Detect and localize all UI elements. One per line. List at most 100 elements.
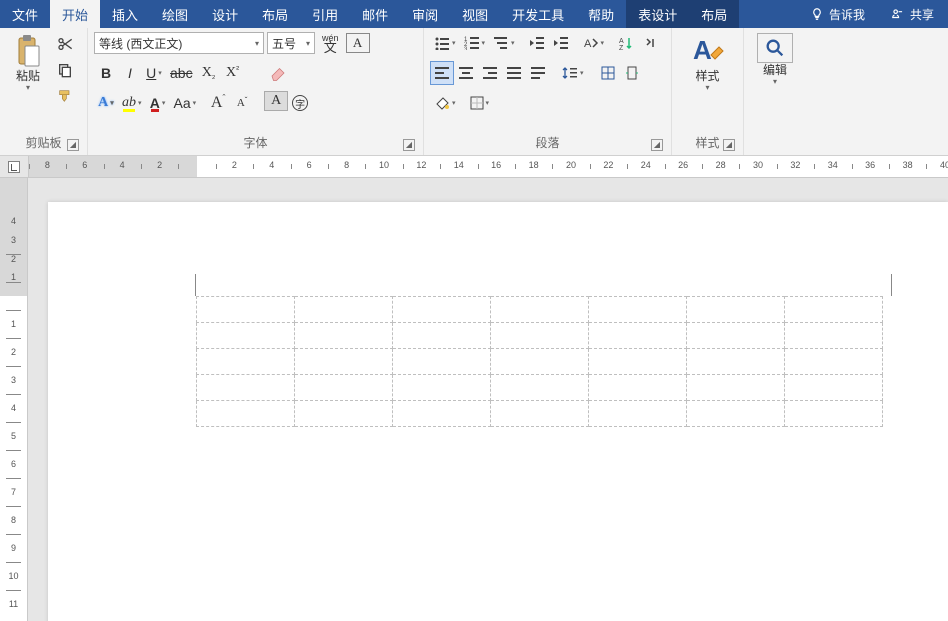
brush-icon: [57, 88, 73, 104]
eraser-button[interactable]: [265, 61, 291, 85]
table-row[interactable]: [197, 297, 883, 323]
asian-layout-button[interactable]: A▾: [579, 31, 609, 55]
line-spacing-button[interactable]: ▾: [558, 61, 588, 85]
borders-icon: [470, 96, 484, 110]
outdent-icon: [529, 36, 545, 50]
styles-label: 样式: [695, 69, 719, 83]
lightbulb-icon: [810, 7, 824, 21]
character-shading-button[interactable]: A: [264, 91, 288, 111]
svg-text:A: A: [693, 35, 712, 65]
work-area: 43211234567891011: [0, 178, 948, 621]
numbering-button[interactable]: 123▾: [460, 31, 490, 55]
ruler-horizontal-area: 8642246810121416182022242628303234363840…: [0, 156, 948, 178]
group-font: 等线 (西文正文)▾ 五号▾ wén文 A B I U▾ abc X₂ X² A…: [88, 28, 424, 155]
styles-icon: A: [691, 33, 725, 69]
edit-label: 编辑: [763, 63, 787, 77]
highlight-button[interactable]: ab▾: [118, 91, 146, 115]
align-left-button[interactable]: [430, 61, 454, 85]
clipboard-dialog-launcher[interactable]: ◢: [67, 139, 79, 151]
phonetic-guide-button[interactable]: wén文: [318, 31, 343, 55]
svg-text:A: A: [619, 38, 624, 45]
tabstop-icon: [8, 161, 20, 173]
styles-dialog-launcher[interactable]: ◢: [723, 139, 735, 151]
document-canvas[interactable]: [28, 178, 948, 621]
cut-button[interactable]: [54, 33, 76, 55]
italic-button[interactable]: I: [118, 61, 142, 85]
underline-button[interactable]: U▾: [142, 61, 166, 85]
align-right-icon: [483, 67, 497, 79]
paragraph-settings-button[interactable]: [620, 61, 644, 85]
align-justify-button[interactable]: [502, 61, 526, 85]
group-paragraph: ▾ 123▾ ▾ A▾ AZ ▾: [424, 28, 672, 155]
tell-me[interactable]: 告诉我: [798, 0, 877, 28]
tab-mail[interactable]: 邮件: [350, 0, 400, 28]
align-distributed-button[interactable]: [526, 61, 550, 85]
tab-layout[interactable]: 布局: [250, 0, 300, 28]
line-spacing-icon: [562, 66, 578, 80]
character-border-button[interactable]: A: [346, 33, 370, 53]
font-name-combo[interactable]: 等线 (西文正文)▾: [94, 32, 264, 54]
tab-draw[interactable]: 绘图: [150, 0, 200, 28]
snap-to-grid-button[interactable]: [596, 61, 620, 85]
align-center-button[interactable]: [454, 61, 478, 85]
table-row[interactable]: [197, 323, 883, 349]
shrink-font-button[interactable]: Aˇ: [230, 91, 254, 115]
superscript-button[interactable]: X²: [221, 61, 245, 85]
borders-button[interactable]: ▾: [466, 91, 494, 115]
strikethrough-button[interactable]: abc: [166, 61, 197, 85]
multilevel-list-button[interactable]: ▾: [489, 31, 519, 55]
format-painter-button[interactable]: [54, 85, 76, 107]
tab-file[interactable]: 文件: [0, 0, 50, 28]
tab-home[interactable]: 开始: [50, 0, 100, 28]
table-anchor-left: [195, 274, 197, 290]
bullets-icon: [434, 36, 450, 50]
ruler-vertical[interactable]: 43211234567891011: [0, 178, 28, 621]
align-dist-icon: [531, 67, 545, 79]
tab-table-design[interactable]: 表设计: [626, 0, 689, 28]
table-row[interactable]: [197, 349, 883, 375]
font-color-button[interactable]: A▾: [146, 91, 170, 115]
styles-button[interactable]: A 样式 ▾: [686, 31, 730, 94]
paste-button[interactable]: 粘贴 ▾: [6, 31, 50, 94]
tab-insert[interactable]: 插入: [100, 0, 150, 28]
change-case-button[interactable]: Aa▾: [170, 91, 201, 115]
share-button[interactable]: 共享: [877, 0, 948, 28]
sort-button[interactable]: AZ: [614, 31, 638, 55]
paragraph-dialog-launcher[interactable]: ◢: [651, 139, 663, 151]
tab-selector[interactable]: [0, 156, 28, 177]
table-row[interactable]: [197, 375, 883, 401]
tab-review[interactable]: 审阅: [400, 0, 450, 28]
bold-button[interactable]: B: [94, 61, 118, 85]
shading-button[interactable]: ▾: [430, 91, 460, 115]
tab-references[interactable]: 引用: [300, 0, 350, 28]
align-right-button[interactable]: [478, 61, 502, 85]
group-editing: 编辑 ▾: [744, 28, 806, 155]
subscript-button[interactable]: X₂: [197, 61, 221, 85]
decrease-indent-button[interactable]: [525, 31, 549, 55]
ruler-horizontal[interactable]: 8642246810121416182022242628303234363840…: [28, 156, 948, 177]
align-justify-icon: [507, 67, 521, 79]
copy-button[interactable]: [54, 59, 76, 81]
tab-devtools[interactable]: 开发工具: [500, 0, 576, 28]
text-effects-button[interactable]: A▾: [94, 91, 118, 115]
table-row[interactable]: [197, 401, 883, 427]
font-size-combo[interactable]: 五号▾: [267, 32, 315, 54]
group-paragraph-label: 段落: [535, 136, 559, 150]
enclose-characters-button[interactable]: 字: [288, 91, 312, 115]
font-dialog-launcher[interactable]: ◢: [403, 139, 415, 151]
tab-view[interactable]: 视图: [450, 0, 500, 28]
document-table[interactable]: [196, 296, 883, 427]
edit-button[interactable]: 编辑 ▾: [753, 31, 797, 88]
tab-table-layout[interactable]: 布局: [689, 0, 739, 28]
bullets-button[interactable]: ▾: [430, 31, 460, 55]
increase-indent-button[interactable]: [549, 31, 573, 55]
tab-help[interactable]: 帮助: [576, 0, 626, 28]
svg-text:Z: Z: [619, 45, 624, 50]
multilevel-icon: [493, 36, 509, 50]
grow-font-button[interactable]: Aˆ: [206, 91, 230, 115]
tab-design[interactable]: 设计: [200, 0, 250, 28]
copy-icon: [57, 62, 73, 78]
show-marks-button[interactable]: [638, 31, 662, 55]
align-center-icon: [459, 67, 473, 79]
ribbon: 粘贴 ▾ 剪贴板◢ 等线 (西文正文)▾ 五号▾ wén文 A B I U▾: [0, 28, 948, 156]
